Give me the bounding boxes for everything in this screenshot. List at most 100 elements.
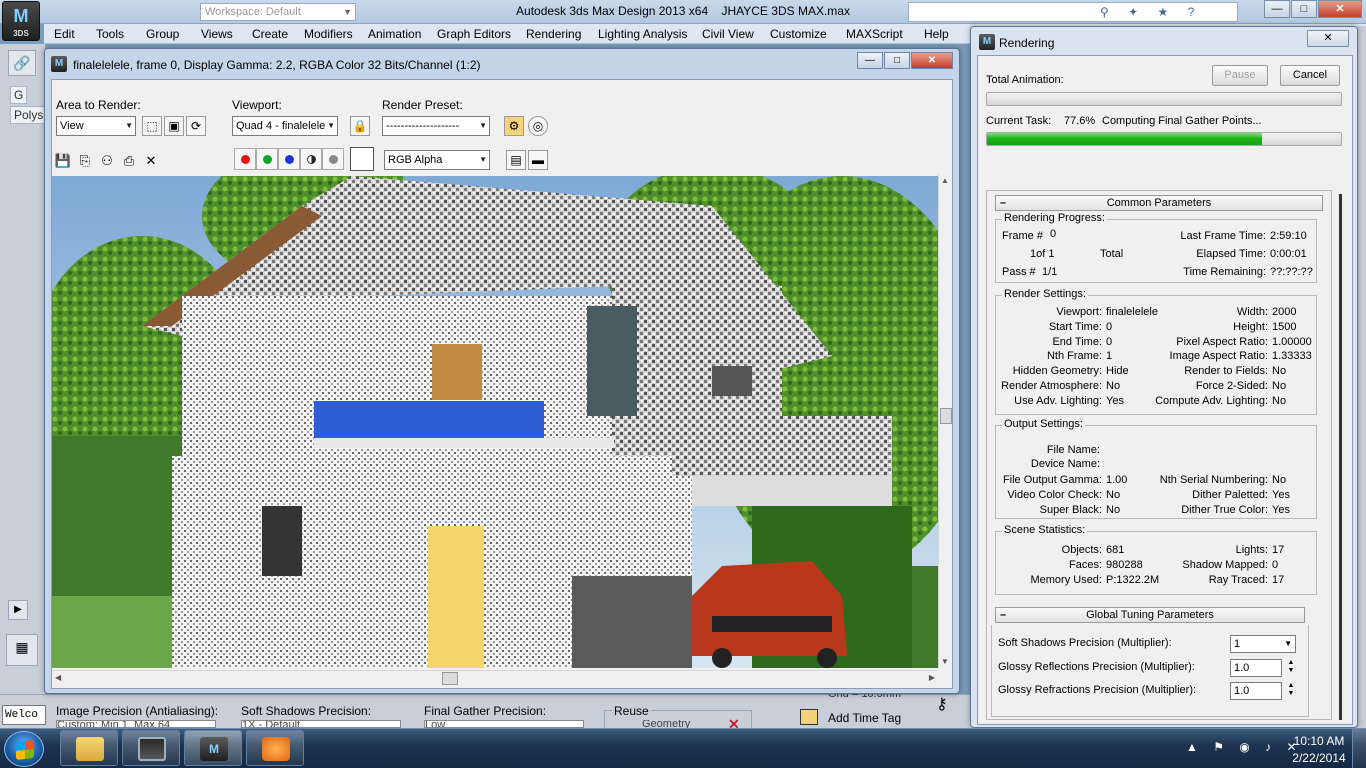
taskbar-monitor-app[interactable] [122,730,180,766]
red-channel-toggle[interactable] [234,148,256,170]
cancel-button[interactable]: Cancel [1280,65,1340,86]
color-swatch[interactable] [350,147,374,171]
key-icon[interactable]: ⚷ [936,694,948,714]
menu-rendering[interactable]: Rendering [526,27,581,41]
infocenter-icons[interactable]: ⚲ ✦ ★ ? [1100,5,1202,19]
file-name: JHAYCE 3DS MAX.max [721,4,850,18]
glossy-reflections-label: Glossy Reflections Precision (Multiplier… [998,661,1195,673]
clear-icon[interactable]: ✕ [142,152,160,170]
glossy-reflections-input[interactable]: 1.0 [1230,659,1282,677]
render-setting-value: 2000 [1272,306,1297,318]
glossy-reflections-spinner[interactable]: ▲ ▼ [1286,659,1296,677]
print-icon[interactable]: ⎙ [120,152,138,170]
environment-icon[interactable]: ◎ [528,116,548,136]
taskbar-3dsmax[interactable]: M [184,730,242,766]
scroll-thumb[interactable] [940,408,952,424]
close-button[interactable]: ✕ [1318,0,1362,18]
viewport-dropdown[interactable]: Quad 4 - finalelele ▼ [232,116,338,136]
global-tuning-rollout[interactable]: – Global Tuning Parameters [995,607,1305,623]
taskbar-explorer[interactable] [60,730,118,766]
reuse-geometry-checkbox[interactable]: Geometry [642,720,722,728]
close-button[interactable]: ✕ [911,52,953,69]
render-setup-icon[interactable]: ⚙ [504,116,524,136]
viewport-layout-icon[interactable]: ▦ [6,634,38,666]
start-button[interactable] [4,731,44,767]
output-setting-label: Nth Serial Numbering: [1159,474,1268,486]
add-time-tag-button[interactable]: Add Time Tag [828,711,901,725]
chevron-down-icon: ▼ [327,121,335,130]
menu-customize[interactable]: Customize [770,27,827,41]
glossy-refractions-input[interactable]: 1.0 [1230,682,1282,700]
menu-lighting-analysis[interactable]: Lighting Analysis [598,27,687,41]
vertical-scrollbar[interactable]: ▲ ▼ [938,174,952,668]
rendered-image[interactable] [52,176,938,668]
render-setting-label: End Time: [1052,335,1102,348]
render-setting-label: Render to Fields: [1184,365,1268,378]
viewport-label: Viewport: [232,98,282,112]
play-icon[interactable]: ▶ [8,600,28,620]
render-region-icon[interactable]: ⟳ [186,116,206,136]
menu-modifiers[interactable]: Modifiers [304,27,353,41]
menu-tools[interactable]: Tools [96,27,124,41]
menu-animation[interactable]: Animation [368,27,421,41]
time-tag-icon[interactable] [800,709,818,725]
blue-channel-toggle[interactable] [278,148,300,170]
maximize-button[interactable]: □ [884,52,910,69]
green-channel-toggle[interactable] [256,148,278,170]
lock-icon[interactable]: 🔒 [350,116,370,136]
glossy-refractions-spinner[interactable]: ▲ ▼ [1286,682,1296,700]
scroll-right-icon[interactable]: ▶ [929,673,935,682]
area-to-render-dropdown[interactable]: View ▼ [56,116,136,136]
auto-region-icon[interactable]: ▣ [164,116,184,136]
application-menu-button[interactable]: M 3DS [2,1,40,41]
scrollbar-track[interactable] [1339,194,1342,720]
clock-date[interactable]: 2/22/2014 [1284,751,1354,765]
copy-icon[interactable]: ⎘ [76,152,94,170]
clock-time[interactable]: 10:10 AM [1284,734,1354,748]
maximize-button[interactable]: □ [1291,0,1317,18]
menu-maxscript[interactable]: MAXScript [846,27,903,41]
horizontal-scrollbar[interactable]: ◀ ▶ [52,670,938,686]
menu-civil-view[interactable]: Civil View [702,27,754,41]
clone-icon[interactable]: ⚇ [98,152,116,170]
pause-button[interactable]: Pause [1212,65,1268,86]
toggle-overlay-icon[interactable]: ▬ [528,150,548,170]
mono-channel-toggle[interactable] [300,148,322,170]
common-parameters-rollout[interactable]: – Common Parameters [995,195,1323,211]
taskbar-media-player[interactable] [246,730,304,766]
minimize-button[interactable]: — [857,52,883,69]
channel-display-dropdown[interactable]: RGB Alpha ▼ [384,150,490,170]
scroll-up-icon[interactable]: ▲ [941,176,949,185]
maxscript-listener[interactable]: Welco [2,705,46,725]
menu-group[interactable]: Group [146,27,179,41]
frame-of-text: 1of 1 [1030,248,1055,260]
soft-shadows-dropdown[interactable]: 1X - Default [241,720,401,728]
menu-help[interactable]: Help [924,27,949,41]
scroll-down-icon[interactable]: ▼ [941,657,949,666]
soft-shadows-multiplier-dropdown[interactable]: 1 ▼ [1230,635,1296,653]
save-icon[interactable]: 💾 [54,152,72,170]
menu-create[interactable]: Create [252,27,288,41]
edit-region-icon[interactable]: ⬚ [142,116,162,136]
alpha-channel-toggle[interactable] [322,148,344,170]
render-setting-label: Force 2-Sided: [1195,380,1268,392]
close-button[interactable]: ✕ [1307,30,1349,47]
polys-tab-fragment[interactable]: Polys [10,106,48,124]
render-preset-dropdown[interactable]: -------------------- ▼ [382,116,490,136]
rendering-dialog-title: Rendering [999,36,1055,50]
menu-graph-editors[interactable]: Graph Editors [437,27,511,41]
final-gather-slider[interactable]: Low [424,720,584,728]
menu-edit[interactable]: Edit [54,27,75,41]
scroll-thumb[interactable] [442,672,458,685]
image-precision-dropdown[interactable]: Custom: Min 1, Max 64 [56,720,216,728]
link-icon[interactable]: 🔗 [8,50,36,76]
ribbon-tab-fragment[interactable]: G [10,86,28,104]
menu-views[interactable]: Views [201,27,233,41]
scroll-left-icon[interactable]: ◀ [55,673,61,682]
toggle-ui-icon[interactable]: ▤ [506,150,526,170]
parameters-scrollbar[interactable] [1334,194,1348,720]
show-desktop-button[interactable] [1352,729,1366,768]
current-task-label: Current Task: [986,115,1052,127]
minimize-button[interactable]: — [1264,0,1290,18]
scene-stat-label: Objects: [1061,544,1102,556]
